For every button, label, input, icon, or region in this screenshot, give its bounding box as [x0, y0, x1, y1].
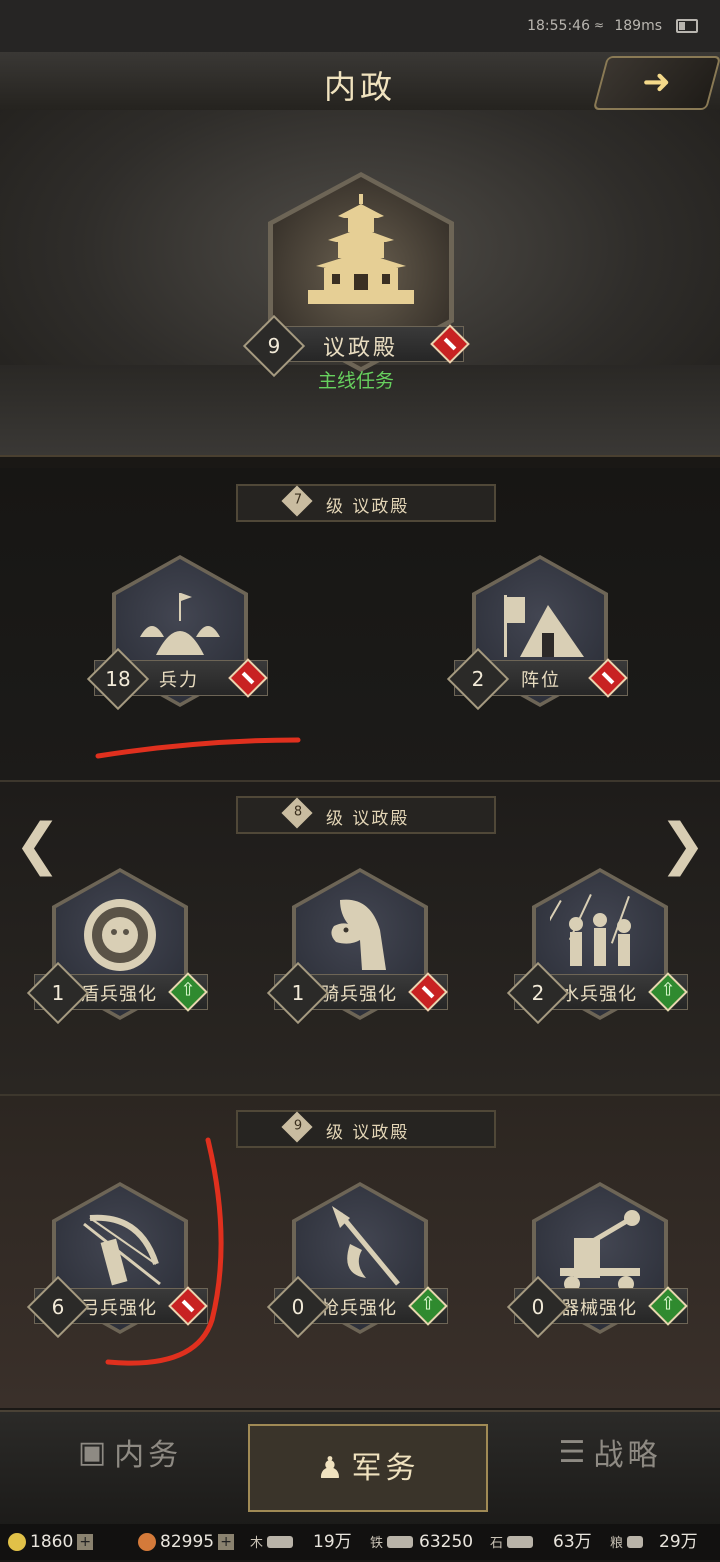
building-name: 骑兵强化	[321, 984, 397, 1005]
requirement-bar: 9 级 议政殿	[236, 1110, 496, 1148]
wood-label: 木	[250, 1536, 264, 1551]
building-name: 盾兵强化	[81, 984, 157, 1005]
stone-resource: 石 63万	[490, 1524, 592, 1560]
requirement-bar: 7 级 议政殿	[236, 484, 496, 522]
tab-label: 战略	[593, 1438, 662, 1473]
add-copper-button[interactable]: +	[218, 1534, 235, 1550]
tents-icon	[140, 593, 220, 655]
bottom-tab-bar: ▣ 内务 ♟ 军务 ☰ 战略	[0, 1410, 720, 1526]
arrow-right-icon: ➜	[642, 62, 671, 102]
tab-label: 内务	[114, 1438, 183, 1473]
building-name: 阵位	[521, 670, 561, 691]
copper-amount: 82995	[160, 1532, 215, 1552]
clock: 18:55:46	[527, 18, 590, 34]
wood-amount: 19万	[313, 1532, 352, 1552]
ping-readout: 189ms	[614, 18, 662, 34]
catapult-icon	[560, 1210, 640, 1292]
main-building-level: 9	[267, 334, 281, 358]
req-level-diamond: 9	[281, 1111, 313, 1143]
soldiers-icon	[550, 894, 631, 966]
gold-resource: 1860 +	[8, 1524, 94, 1560]
palace-icon	[308, 194, 414, 304]
copper-coin-icon	[138, 1533, 156, 1551]
stone-amount: 63万	[553, 1532, 592, 1552]
building-name: 弓兵强化	[81, 1298, 157, 1319]
bamboo-scroll-icon: ☰	[558, 1434, 586, 1470]
req-label: 级 议政殿	[326, 1123, 410, 1143]
req-level: 8	[293, 804, 303, 820]
grain-resource: 粮 29万	[610, 1524, 698, 1560]
grain-label: 粮	[610, 1536, 624, 1551]
general-icon: ♟	[316, 1451, 344, 1486]
command-tent-icon	[504, 595, 584, 657]
iron-resource: 铁 63250	[370, 1524, 473, 1560]
building-level: 0	[291, 1295, 305, 1319]
copper-resource: 82995 +	[138, 1524, 235, 1560]
wifi-icon: ≈	[593, 18, 604, 32]
req-level-diamond: 7	[281, 485, 313, 517]
title-bar: 内政 ➜	[0, 52, 720, 112]
building-name: 兵力	[159, 670, 199, 691]
battery-icon	[676, 19, 698, 33]
gold-coin-icon	[8, 1533, 26, 1551]
stone-label: 石	[490, 1536, 504, 1551]
grain-icon	[627, 1536, 644, 1548]
req-label: 级 议政殿	[326, 497, 410, 517]
building-level: 1	[291, 981, 305, 1005]
building-level: 0	[531, 1295, 545, 1319]
back-button[interactable]: ➜	[592, 56, 720, 110]
add-gold-button[interactable]: +	[77, 1534, 94, 1550]
building-level: 18	[105, 667, 131, 691]
building-name: 水兵强化	[561, 984, 637, 1005]
wood-icon	[267, 1536, 294, 1548]
requirement-bar: 8 级 议政殿	[236, 796, 496, 834]
req-level: 9	[293, 1118, 303, 1134]
building-level: 1	[51, 981, 65, 1005]
tab-label: 军务	[351, 1451, 420, 1486]
gold-amount: 1860	[30, 1532, 74, 1552]
tab-internal-affairs[interactable]: ▣ 内务	[40, 1430, 220, 1508]
bow-icon	[83, 1214, 161, 1286]
building-name: 枪兵强化	[321, 1298, 397, 1319]
main-building-name: 议政殿	[323, 336, 399, 361]
req-label: 级 议政殿	[326, 809, 410, 829]
building-name: 器械强化	[561, 1298, 637, 1319]
tab-military-affairs[interactable]: ♟ 军务	[248, 1424, 488, 1512]
resource-bar: 1860 + 82995 + 木 19万 铁 63250 石 63万 粮 29万	[0, 1524, 720, 1560]
req-level-diamond: 8	[281, 797, 313, 829]
status-bar: 18:55:46 ≈ 189ms	[0, 0, 720, 52]
shield-icon	[84, 899, 156, 971]
building-level: 6	[51, 1295, 65, 1319]
city-gate-icon: ▣	[77, 1434, 107, 1470]
wood-resource: 木 19万	[250, 1524, 352, 1560]
building-level: 2	[531, 981, 545, 1005]
iron-icon	[387, 1536, 414, 1548]
stone-icon	[507, 1536, 534, 1548]
tier-section-7: 7 级 议政殿	[0, 468, 720, 782]
tab-strategy[interactable]: ☰ 战略	[520, 1430, 700, 1508]
req-level: 7	[293, 492, 303, 508]
spear-icon	[332, 1206, 400, 1286]
iron-amount: 63250	[419, 1532, 474, 1552]
horse-icon	[331, 899, 386, 970]
building-level: 2	[471, 667, 485, 691]
grain-amount: 29万	[659, 1532, 698, 1552]
quest-label[interactable]: 主线任务	[318, 366, 394, 393]
iron-label: 铁	[370, 1536, 384, 1551]
